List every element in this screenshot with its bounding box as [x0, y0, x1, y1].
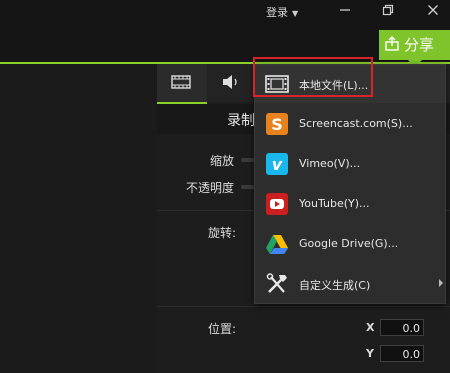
- share-upload-icon: [385, 36, 399, 51]
- opacity-label: 不透明度: [186, 181, 235, 195]
- google-drive-icon: [266, 235, 288, 254]
- menu-item-label: 本地文件(L)...: [299, 79, 369, 92]
- film-strip-icon: [265, 75, 289, 93]
- menu-item-vimeo[interactable]: v Vimeo(V)...: [255, 145, 445, 183]
- video-tab[interactable]: [157, 64, 207, 104]
- speaker-icon: [223, 75, 237, 89]
- divider: [157, 306, 450, 307]
- youtube-icon: [266, 193, 288, 215]
- vimeo-icon: v: [266, 153, 288, 175]
- login-label[interactable]: 登录: [266, 6, 288, 19]
- menu-item-label: Google Drive(G)...: [299, 237, 399, 250]
- tools-icon: [266, 273, 287, 293]
- menu-item-custom-production[interactable]: 自定义生成(C): [255, 265, 445, 303]
- chevron-right-icon: [439, 279, 443, 287]
- x-label: X: [366, 321, 375, 334]
- menu-item-label: Screencast.com(S)...: [299, 117, 413, 130]
- menu-item-google-drive[interactable]: Google Drive(G)...: [255, 225, 445, 263]
- position-label: 位置:: [208, 322, 237, 336]
- share-menu: 本地文件(L)... S Screencast.com(S)... v Vime…: [253, 57, 446, 304]
- position-y-field[interactable]: 0.0: [380, 345, 424, 362]
- rotation-label: 旋转:: [208, 226, 237, 240]
- minimize-icon[interactable]: [334, 3, 356, 21]
- menu-item-local-file[interactable]: 本地文件(L)...: [253, 57, 445, 103]
- menu-item-screencast[interactable]: S Screencast.com(S)...: [255, 105, 445, 143]
- section-title: 录制: [227, 113, 255, 129]
- menu-item-label: 自定义生成(C): [299, 279, 371, 292]
- share-label: 分享: [404, 36, 435, 54]
- y-label: Y: [366, 347, 374, 360]
- title-bar: 登录 ▼: [0, 0, 450, 30]
- canvas-area: [0, 64, 157, 373]
- menu-item-label: Vimeo(V)...: [299, 157, 361, 170]
- restore-icon[interactable]: [377, 3, 399, 21]
- svg-text:v: v: [272, 155, 283, 174]
- login-menu[interactable]: 登录 ▼: [266, 4, 298, 20]
- menu-item-label: YouTube(Y)...: [299, 197, 370, 210]
- opacity-slider[interactable]: [241, 185, 255, 189]
- menu-item-youtube[interactable]: YouTube(Y)...: [255, 185, 445, 223]
- screencast-icon: S: [266, 113, 288, 135]
- close-icon[interactable]: [422, 3, 444, 21]
- scale-slider[interactable]: [241, 158, 255, 162]
- svg-text:S: S: [271, 115, 283, 134]
- position-x-field[interactable]: 0.0: [380, 319, 424, 336]
- share-button[interactable]: 分享: [379, 30, 450, 67]
- film-icon: [171, 75, 191, 89]
- audio-tab[interactable]: [207, 64, 257, 102]
- scale-label: 缩放: [210, 154, 235, 168]
- chevron-down-icon[interactable]: ▼: [292, 9, 298, 18]
- toolbar: 分享: [0, 30, 450, 67]
